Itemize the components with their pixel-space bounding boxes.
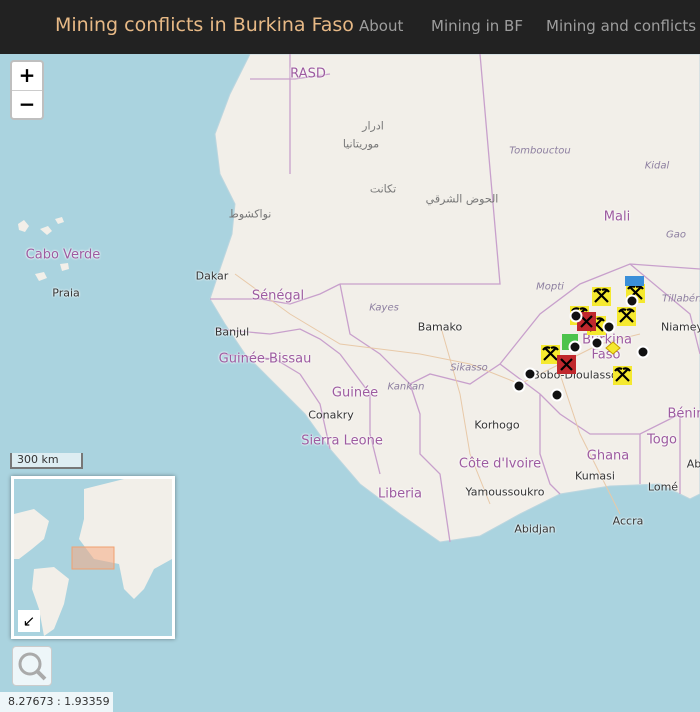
scale-bar: 300 km — [10, 453, 83, 469]
mining-site-markers — [539, 276, 647, 387]
magnifier-icon — [18, 652, 47, 681]
search-button[interactable] — [12, 646, 52, 686]
nav-mining-and-conflicts[interactable]: Mining and conflicts — [546, 17, 696, 35]
protest-marker — [625, 276, 644, 286]
zoom-out-button[interactable]: − — [12, 91, 42, 119]
app-brand[interactable]: Mining conflicts in Burkina Faso — [55, 14, 354, 36]
arrow-down-left-icon[interactable]: ↙ — [18, 610, 40, 632]
diamond-marker — [605, 341, 621, 355]
mine-marker — [590, 285, 613, 308]
mine-marker — [611, 364, 634, 387]
nav-mining-in-bf[interactable]: Mining in BF — [431, 17, 523, 35]
mine-marker — [615, 305, 638, 328]
minimap[interactable]: ↙ — [11, 476, 175, 639]
conflict-marker — [555, 353, 578, 376]
coordinates-readout: 8.27673 : 1.93359 — [0, 692, 113, 712]
zoom-control: + − — [10, 60, 44, 120]
zoom-in-button[interactable]: + — [12, 62, 42, 91]
nav-about[interactable]: About — [359, 17, 403, 35]
navbar: Mining conflicts in Burkina Faso About M… — [0, 0, 700, 54]
